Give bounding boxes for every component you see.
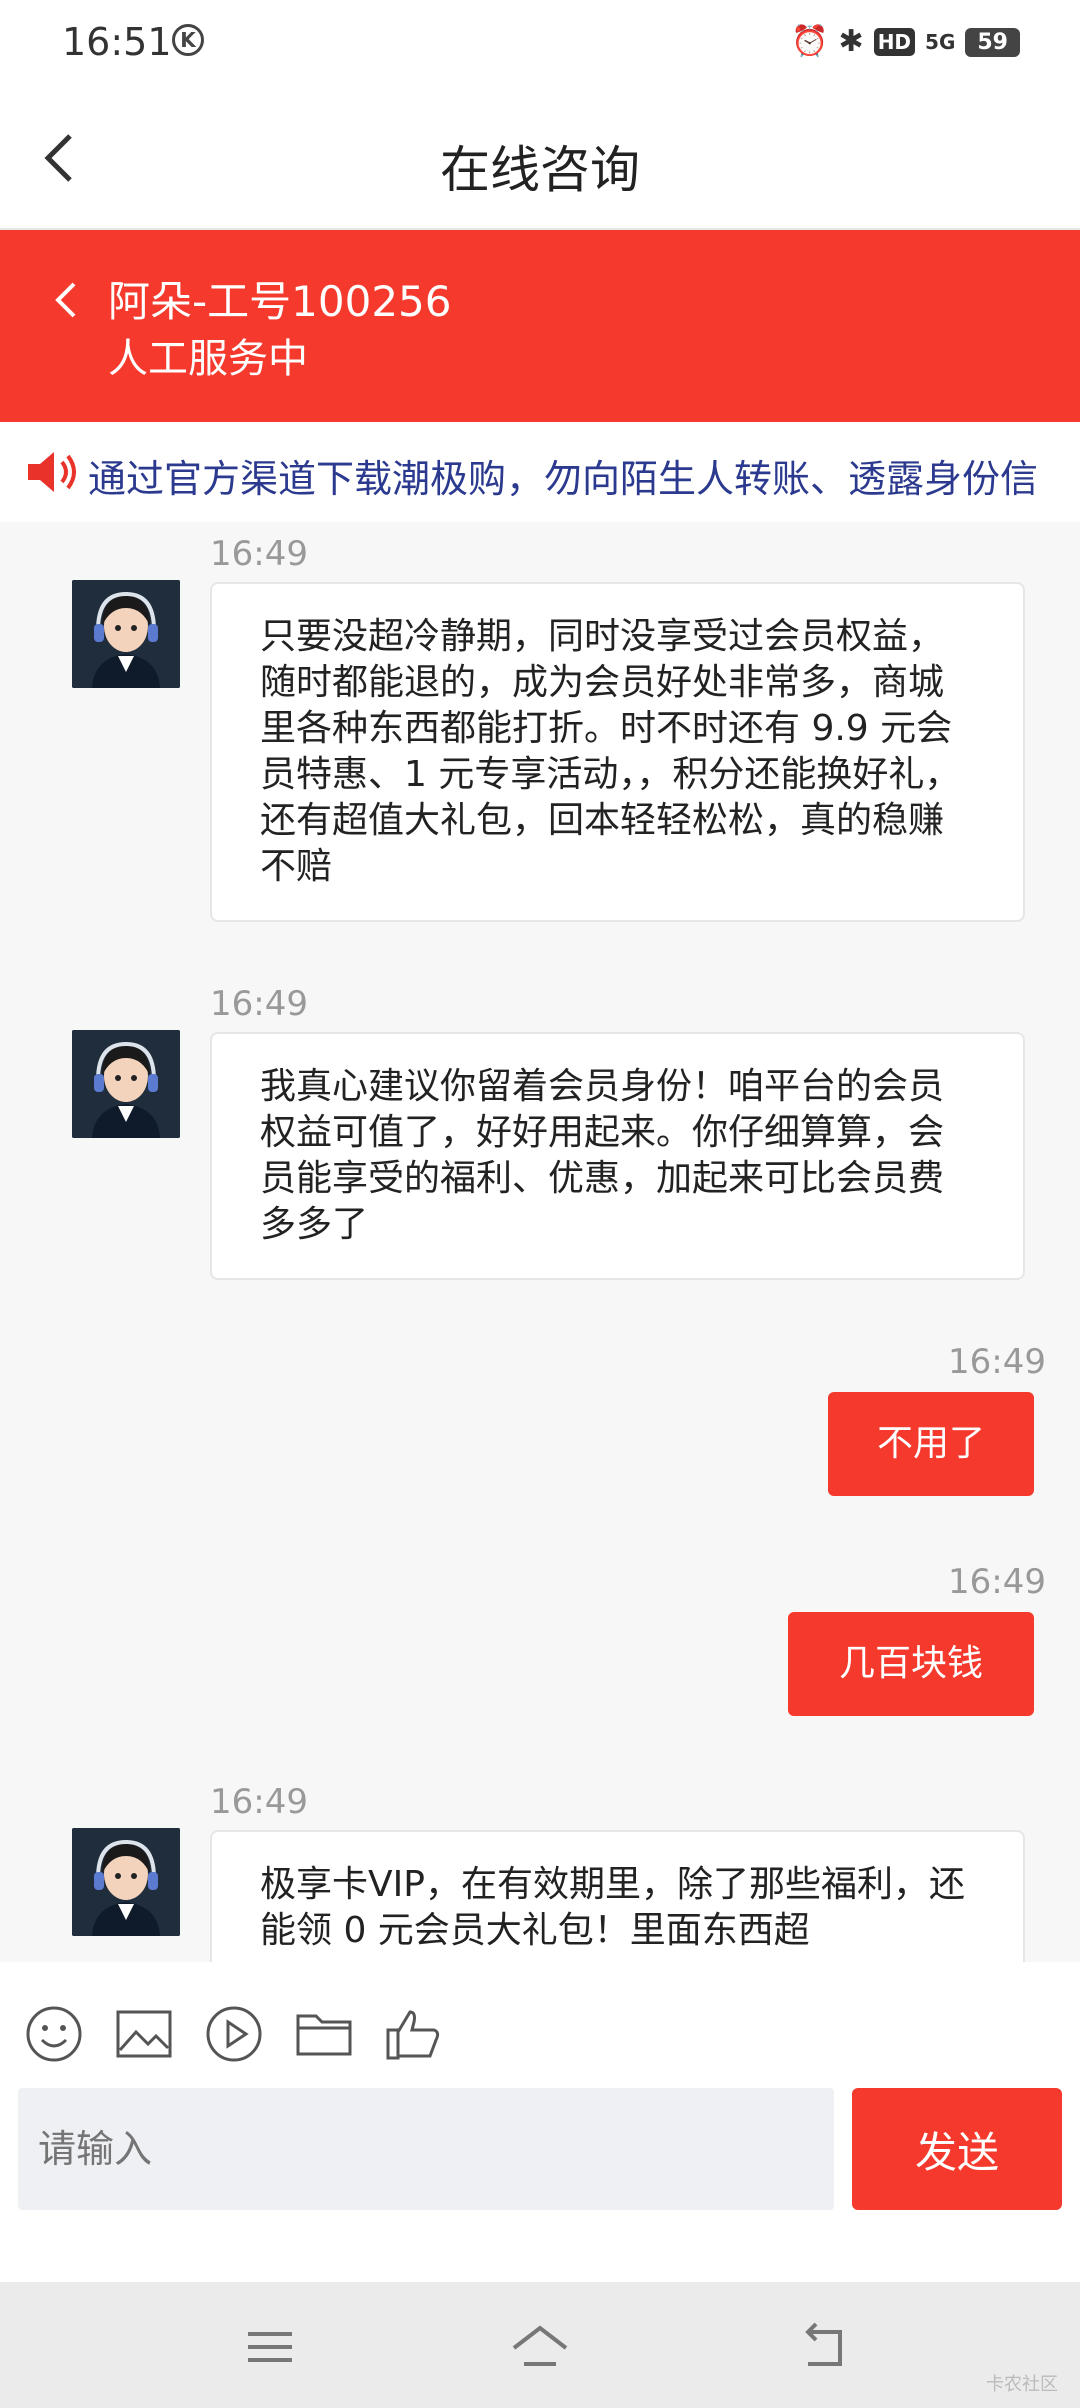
message-time: 16:49	[948, 1562, 1046, 1602]
agent-header: 阿朵-工号100256 人工服务中	[0, 230, 1080, 422]
back-nav-icon[interactable]	[794, 2322, 854, 2372]
thumbs-up-icon[interactable]	[384, 2004, 444, 2064]
agent-message-bubble: 只要没超冷静期，同时没享受过会员权益，随时都能退的，成为会员好处非常多，商城里各…	[210, 582, 1025, 922]
agent-back-icon[interactable]	[44, 270, 84, 330]
bluetooth-icon: ✱	[838, 24, 864, 59]
message-time: 16:49	[948, 1342, 1046, 1382]
agent-message-bubble: 我真心建议你留着会员身份！咱平台的会员权益可值了，好好用起来。你仔细算算，会员能…	[210, 1032, 1025, 1280]
menu-icon[interactable]	[240, 2322, 300, 2372]
battery-icon: 59	[965, 27, 1020, 57]
message-time: 16:49	[210, 1782, 308, 1822]
alarm-icon: ⏰	[791, 24, 829, 59]
signal-icon: 5G	[925, 30, 956, 54]
message-time: 16:49	[210, 984, 308, 1024]
page-title: 在线咨询	[440, 141, 640, 199]
image-icon[interactable]	[114, 2004, 174, 2064]
speaker-icon	[28, 452, 76, 492]
message-time: 16:49	[210, 534, 308, 574]
chat-toolbar	[0, 1962, 1080, 2074]
chat-area[interactable]: 16:49 只要没超冷静期，同时没享受过会员权益，随时都能退的，成为会员好处非常…	[0, 522, 1080, 1962]
send-button[interactable]: 发送	[852, 2088, 1062, 2210]
avatar	[72, 1030, 180, 1138]
user-message-bubble: 不用了	[828, 1392, 1034, 1496]
agent-name: 阿朵-工号100256	[108, 277, 452, 326]
emoji-icon[interactable]	[24, 2004, 84, 2064]
notice-banner: 通过官方渠道下载潮极购，勿向陌生人转账、透露身份信	[0, 422, 1080, 522]
k-badge-icon: K	[172, 24, 204, 56]
home-icon[interactable]	[510, 2322, 570, 2372]
notice-text: 通过官方渠道下载潮极购，勿向陌生人转账、透露身份信	[88, 457, 1039, 501]
avatar	[72, 580, 180, 688]
user-message-bubble: 几百块钱	[788, 1612, 1034, 1716]
agent-message-bubble: 极享卡VIP，在有效期里，除了那些福利，还能领 0 元会员大礼包！里面东西超	[210, 1830, 1025, 1962]
agent-status: 人工服务中	[108, 336, 308, 382]
avatar	[72, 1828, 180, 1936]
hd-icon: HD	[873, 28, 916, 56]
message-input[interactable]	[18, 2088, 834, 2210]
video-icon[interactable]	[204, 2004, 264, 2064]
folder-icon[interactable]	[294, 2004, 354, 2064]
status-time: 16:51	[62, 20, 172, 64]
title-bar: 在线咨询	[0, 86, 1080, 230]
watermark: 卡农社区	[986, 2374, 1058, 2395]
system-nav-bar	[0, 2282, 1080, 2408]
status-bar: 16:51 K ⏰ ✱ HD 5G 59	[0, 0, 1080, 86]
input-row: 发送	[0, 2074, 1080, 2282]
